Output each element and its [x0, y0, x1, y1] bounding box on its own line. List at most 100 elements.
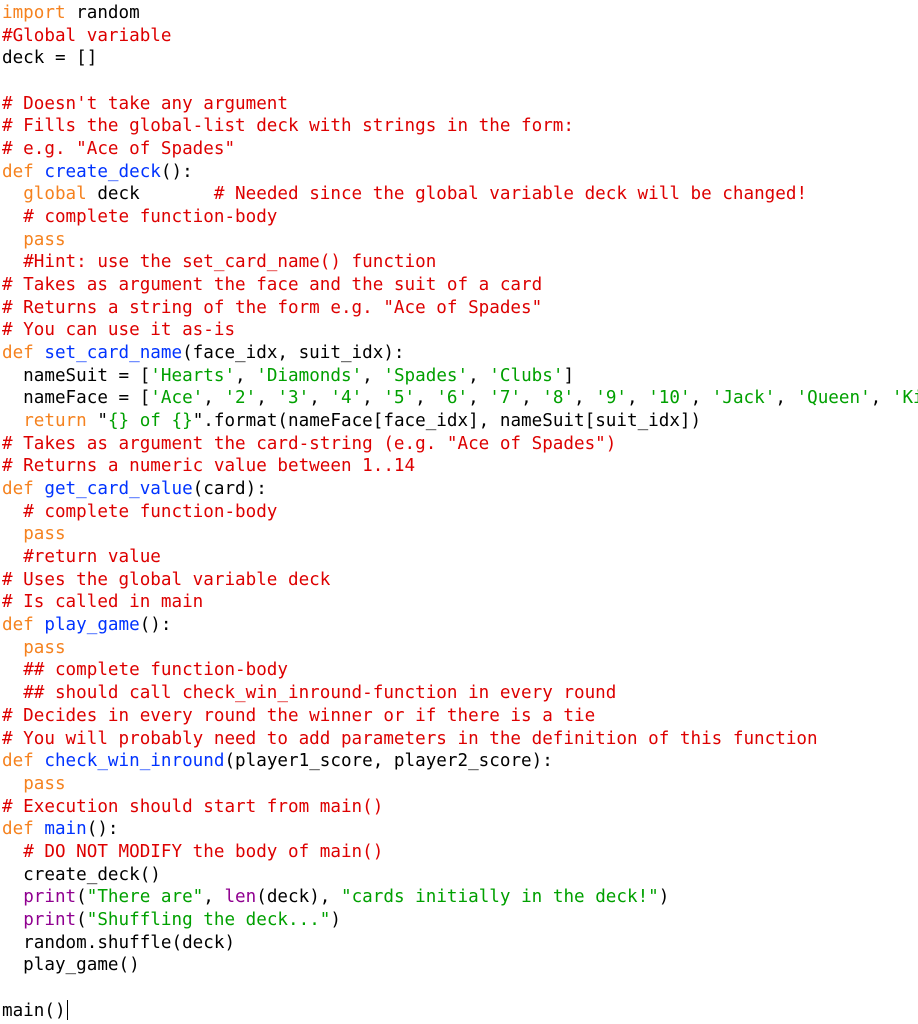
comment: # Returns a string of the form e.g. "Ace…: [2, 297, 543, 318]
code-line[interactable]: #Hint: use the set_card_name() function: [2, 251, 918, 274]
string-literal: '5': [383, 388, 416, 409]
code-line[interactable]: create_deck(): [2, 864, 918, 887]
code-line[interactable]: ## should call check_win_inround-functio…: [2, 682, 918, 705]
string-literal: 'Jack': [711, 388, 776, 409]
code-line[interactable]: # complete function-body: [2, 501, 918, 524]
code-line[interactable]: return "{} of {}".format(nameFace[face_i…: [2, 410, 918, 433]
builtin: len: [224, 887, 257, 908]
code-line[interactable]: def check_win_inround(player1_score, pla…: [2, 750, 918, 773]
code-line[interactable]: #Global variable: [2, 25, 918, 48]
code-line[interactable]: # Decides in every round the winner or i…: [2, 705, 918, 728]
code-text: ,: [415, 388, 437, 409]
code-line[interactable]: deck = []: [2, 47, 918, 70]
code-editor[interactable]: import random #Global variable deck = [] #…: [0, 0, 918, 1024]
comment: # complete function-body: [23, 501, 278, 522]
builtin: print: [23, 887, 77, 908]
code-line[interactable]: play_game(): [2, 954, 918, 977]
code-text: (player1_score, player2_score):: [224, 751, 553, 772]
comment: ## complete function-body: [23, 660, 288, 681]
code-line[interactable]: # complete function-body: [2, 206, 918, 229]
code-line[interactable]: # Takes as argument the card-string (e.g…: [2, 433, 918, 456]
code-line[interactable]: pass: [2, 229, 918, 252]
code-text: play_game(): [2, 955, 140, 976]
code-line[interactable]: # Uses the global variable deck: [2, 569, 918, 592]
code-text: ,: [362, 365, 384, 386]
code-text: ():: [160, 161, 193, 182]
string-literal: 'King': [891, 388, 918, 409]
code-text: (deck),: [256, 887, 341, 908]
code-line[interactable]: # Is called in main: [2, 591, 918, 614]
code-line[interactable]: nameSuit = ['Hearts', 'Diamonds', 'Spade…: [2, 365, 918, 388]
code-line[interactable]: main(): [2, 999, 918, 1023]
string-literal: '2': [224, 388, 257, 409]
code-line[interactable]: print("There are", len(deck), "cards ini…: [2, 886, 918, 909]
string-literal: '9': [595, 388, 628, 409]
code-text: ,: [468, 388, 490, 409]
code-text-area[interactable]: import random #Global variable deck = [] #…: [2, 2, 918, 1022]
code-line[interactable]: # Execution should start from main(): [2, 796, 918, 819]
keyword: pass: [23, 524, 66, 545]
function-name: main: [44, 819, 87, 840]
comment: # You will probably need to add paramete…: [2, 728, 818, 749]
code-line[interactable]: # You can use it as-is: [2, 319, 918, 342]
code-text: ,: [203, 388, 225, 409]
code-text: ,: [468, 365, 490, 386]
code-line[interactable]: pass: [2, 523, 918, 546]
code-line[interactable]: pass: [2, 773, 918, 796]
code-line[interactable]: # Doesn't take any argument: [2, 93, 918, 116]
code-line[interactable]: # DO NOT MODIFY the body of main(): [2, 841, 918, 864]
code-line[interactable]: def create_deck():: [2, 161, 918, 184]
code-line[interactable]: def main():: [2, 818, 918, 841]
comment: # Takes as argument the face and the sui…: [2, 275, 543, 296]
code-line[interactable]: #return value: [2, 546, 918, 569]
code-line[interactable]: def get_card_value(card):: [2, 478, 918, 501]
keyword: import: [2, 3, 66, 23]
code-line[interactable]: random.shuffle(deck): [2, 932, 918, 955]
comment: ## should call check_win_inround-functio…: [23, 683, 617, 704]
code-line[interactable]: ## complete function-body: [2, 659, 918, 682]
code-line[interactable]: global deck # Needed since the global va…: [2, 183, 918, 206]
keyword: return: [23, 411, 87, 432]
comment: # Is called in main: [2, 592, 204, 613]
code-text: ".format(nameFace[face_idx], nameSuit[su…: [192, 411, 702, 432]
code-line[interactable]: # You will probably need to add paramete…: [2, 728, 918, 751]
code-line[interactable]: [2, 70, 918, 93]
string-literal: 'Diamonds': [256, 365, 363, 386]
code-text: ,: [362, 388, 384, 409]
code-text: random.shuffle(deck): [2, 932, 236, 953]
code-line[interactable]: [2, 977, 918, 1000]
comment: # You can use it as-is: [2, 320, 236, 341]
code-text: (: [76, 887, 87, 908]
string-literal: 'Spades': [383, 365, 469, 386]
code-line[interactable]: print("Shuffling the deck..."): [2, 909, 918, 932]
code-line[interactable]: def play_game():: [2, 614, 918, 637]
code-text: ,: [627, 388, 649, 409]
code-text: deck = []: [2, 48, 98, 69]
code-line[interactable]: pass: [2, 637, 918, 660]
code-line[interactable]: import random: [2, 2, 918, 25]
code-text: (card):: [192, 479, 267, 500]
code-line[interactable]: # Returns a string of the form e.g. "Ace…: [2, 297, 918, 320]
code-line[interactable]: # Takes as argument the face and the sui…: [2, 274, 918, 297]
code-line[interactable]: # Fills the global-list deck with string…: [2, 115, 918, 138]
string-literal: 'Hearts': [150, 365, 236, 386]
keyword: pass: [23, 637, 66, 658]
code-line[interactable]: nameFace = ['Ace', '2', '3', '4', '5', '…: [2, 387, 918, 410]
code-line[interactable]: def set_card_name(face_idx, suit_idx):: [2, 342, 918, 365]
keyword: def: [2, 479, 34, 500]
function-name: create_deck: [44, 161, 161, 182]
code-line[interactable]: # Returns a numeric value between 1..14: [2, 455, 918, 478]
code-line[interactable]: # e.g. "Ace of Spades": [2, 138, 918, 161]
function-name: set_card_name: [44, 343, 183, 364]
